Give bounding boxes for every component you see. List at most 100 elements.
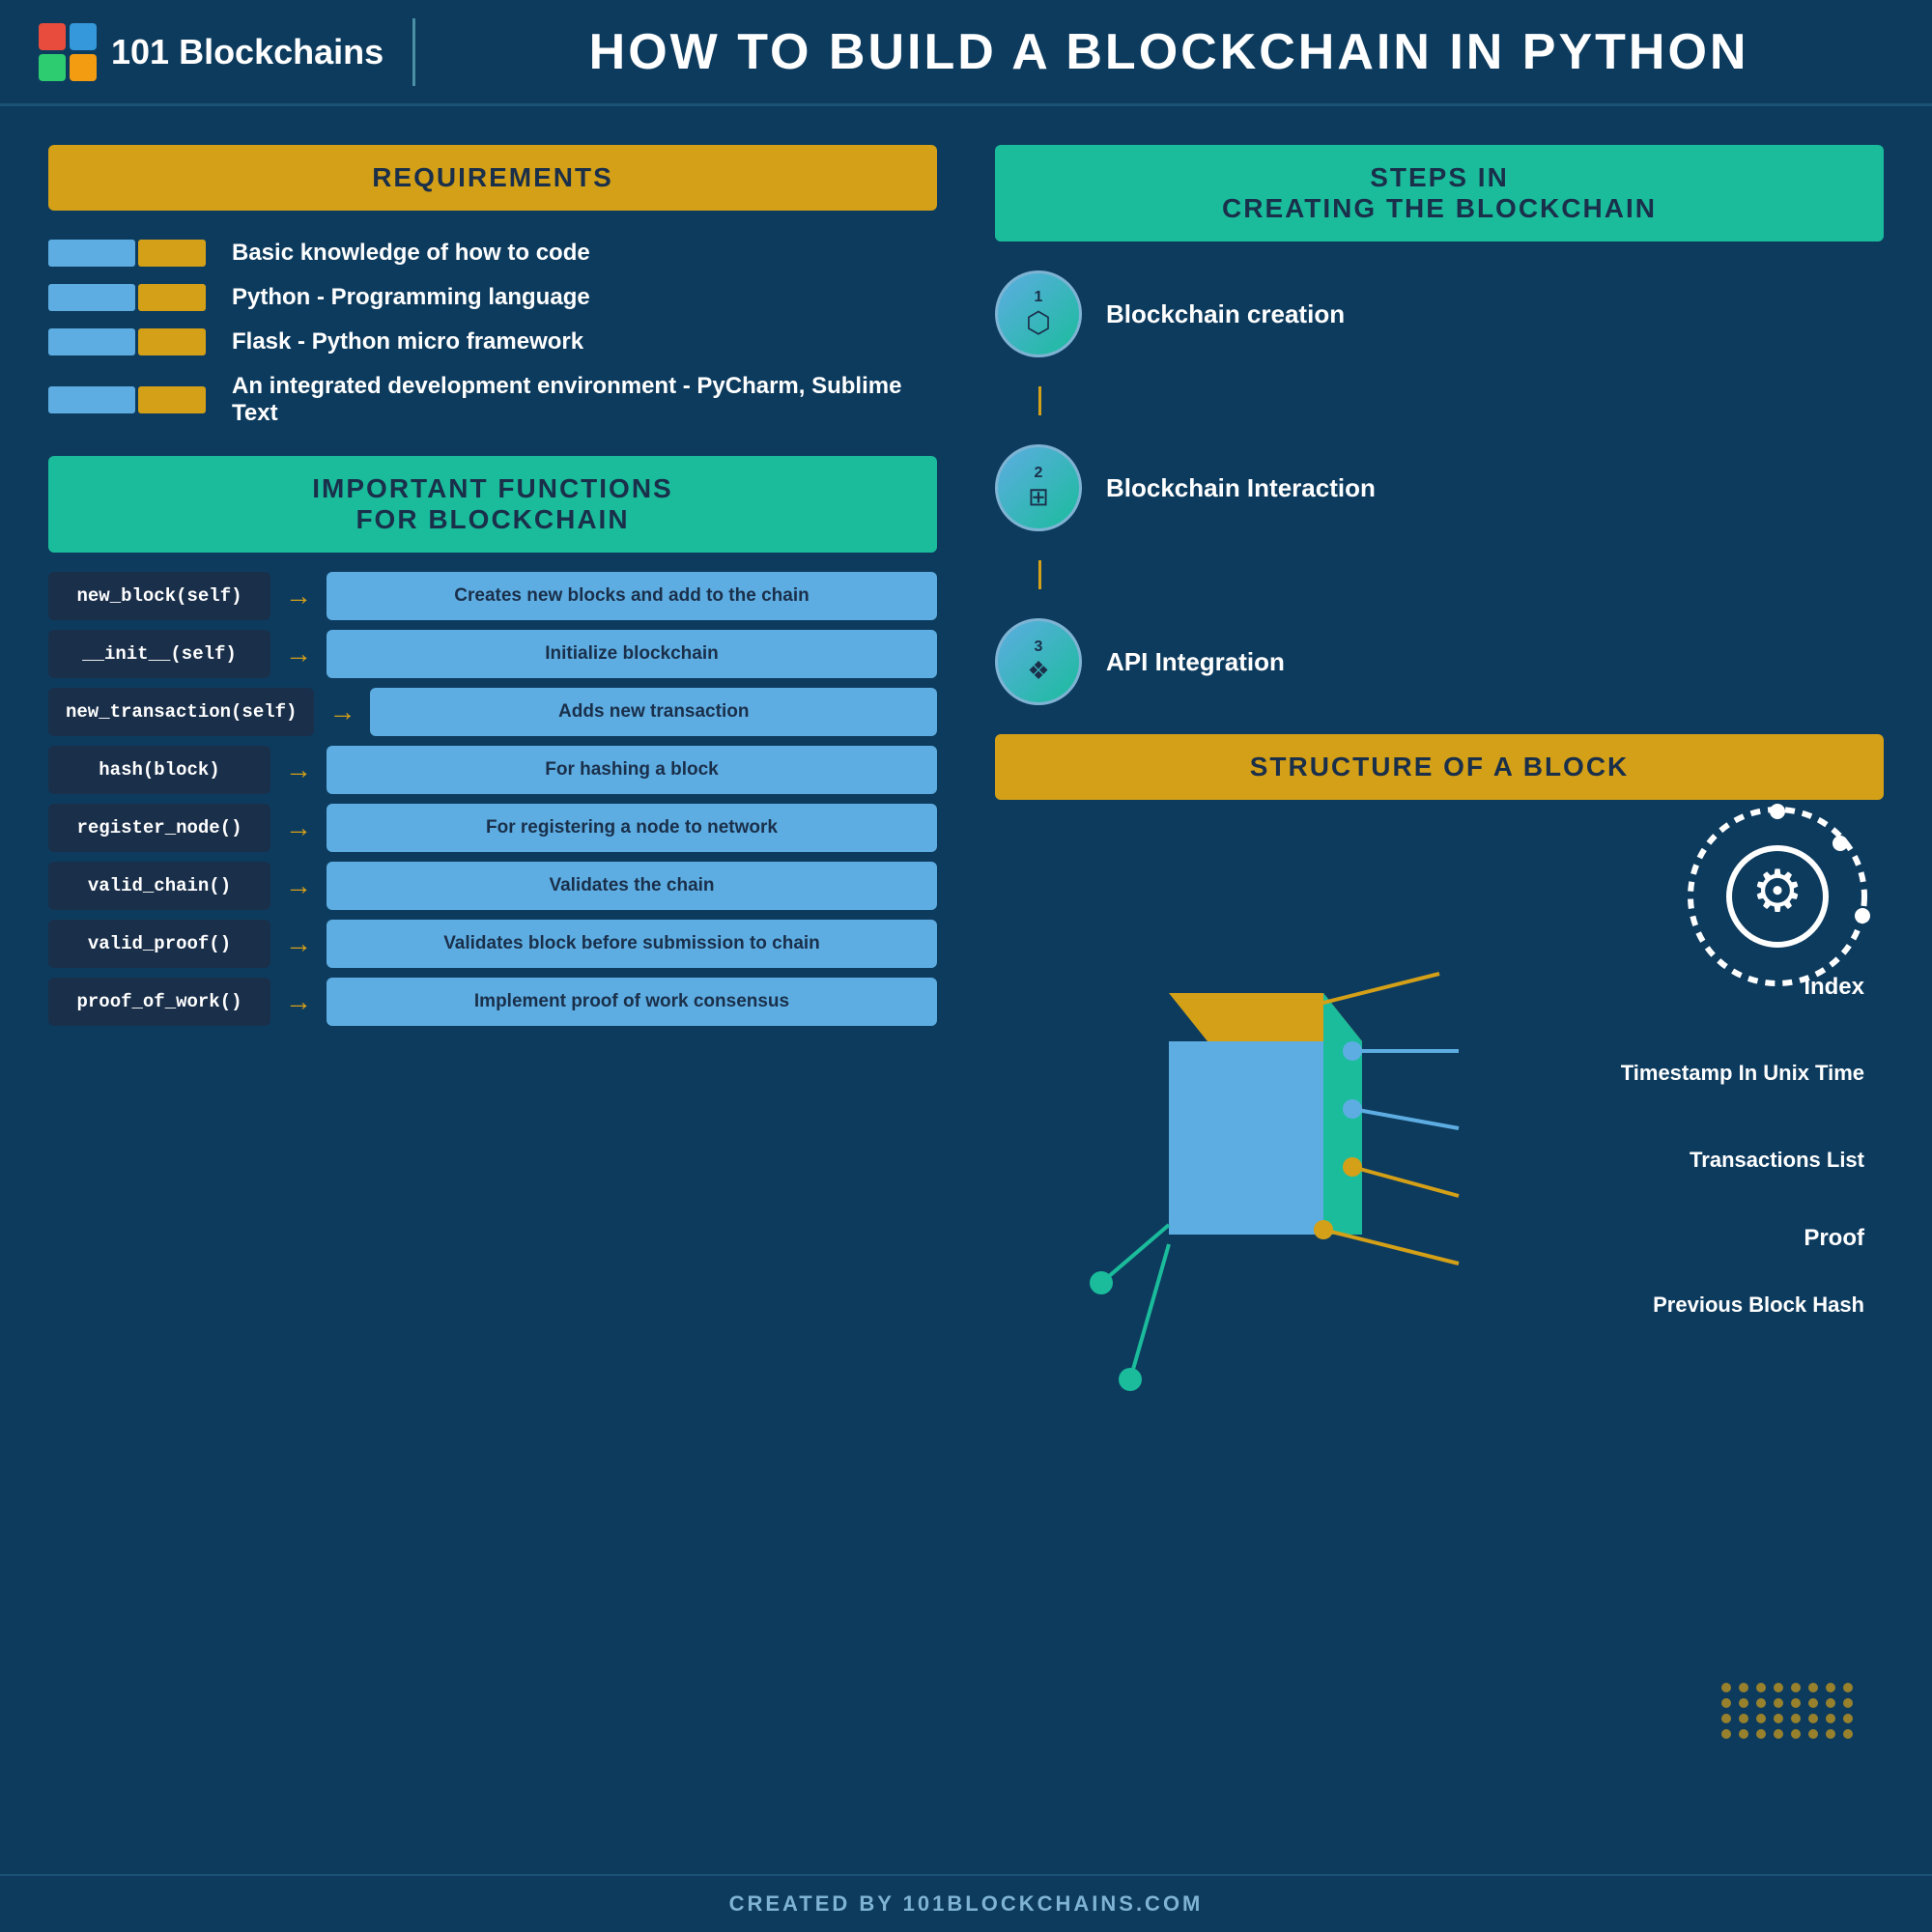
req-bar-2 [48, 284, 213, 311]
logo-separator [412, 18, 415, 86]
step-icon-1: ⊞ [1028, 482, 1049, 512]
logo-area: 101 Blockchains [39, 23, 384, 81]
header: 101 Blockchains HOW TO BUILD A BLOCKCHAI… [0, 0, 1932, 106]
step-circle-1: 2 ⊞ [995, 444, 1082, 531]
req-bar-4 [48, 386, 213, 413]
step-circle-2: 3 ❖ [995, 618, 1082, 705]
bar-blue [48, 386, 135, 413]
bar-gold [138, 284, 206, 311]
steps-heading: STEPS IN CREATING THE BLOCKCHAIN [995, 145, 1884, 242]
block-label-timestamp: Timestamp In Unix Time [1621, 1061, 1864, 1086]
func-name-7: proof_of_work() [48, 978, 270, 1026]
steps-section: STEPS IN CREATING THE BLOCKCHAIN 1 ⬡ Blo… [995, 145, 1884, 705]
block-label-proof: Proof [1804, 1225, 1864, 1252]
step-item-2: 3 ❖ API Integration [995, 618, 1884, 705]
bar-gold [138, 240, 206, 267]
step-connector-1 [995, 560, 1884, 589]
page-title: HOW TO BUILD A BLOCKCHAIN IN PYTHON [444, 23, 1893, 81]
functions-list: new_block(self) → Creates new blocks and… [48, 572, 937, 1026]
func-desc-5: Validates the chain [327, 862, 937, 910]
func-row-6: valid_proof() → Validates block before s… [48, 920, 937, 968]
connector-line-1 [1038, 560, 1041, 589]
step-num-1: 2 [1035, 465, 1043, 482]
step-num-2: 3 [1035, 639, 1043, 656]
bar-blue [48, 328, 135, 355]
block-diagram: ⚙ [995, 800, 1884, 1835]
step-connector-0 [995, 386, 1884, 415]
block-3d-svg [1053, 945, 1536, 1524]
logo-block-yellow [70, 54, 97, 81]
func-desc-7: Implement proof of work consensus [327, 978, 937, 1026]
func-row-3: hash(block) → For hashing a block [48, 746, 937, 794]
func-name-2: new_transaction(self) [48, 688, 314, 736]
step-label-1: Blockchain Interaction [1106, 473, 1376, 503]
func-row-7: proof_of_work() → Implement proof of wor… [48, 978, 937, 1026]
func-desc-6: Validates block before submission to cha… [327, 920, 937, 968]
func-arrow-3: → [285, 754, 312, 785]
requirements-list: Basic knowledge of how to code Python - … [48, 240, 937, 427]
step-item-0: 1 ⬡ Blockchain creation [995, 270, 1884, 357]
step-label-2: API Integration [1106, 647, 1285, 677]
functions-heading: IMPORTANT FUNCTIONS FOR BLOCKCHAIN [48, 456, 937, 553]
footer: CREATED BY 101BLOCKCHAINS.COM [0, 1874, 1932, 1932]
func-row-0: new_block(self) → Creates new blocks and… [48, 572, 937, 620]
func-name-1: __init__(self) [48, 630, 270, 678]
func-row-1: __init__(self) → Initialize blockchain [48, 630, 937, 678]
func-desc-2: Adds new transaction [370, 688, 937, 736]
block-label-index: Index [1804, 974, 1864, 1001]
func-arrow-7: → [285, 986, 312, 1017]
functions-section: IMPORTANT FUNCTIONS FOR BLOCKCHAIN new_b… [48, 456, 937, 1026]
func-desc-4: For registering a node to network [327, 804, 937, 852]
connector-line-0 [1038, 386, 1041, 415]
func-arrow-4: → [285, 812, 312, 843]
bar-blue [48, 284, 135, 311]
func-row-5: valid_chain() → Validates the chain [48, 862, 937, 910]
req-bar-1 [48, 240, 213, 267]
func-name-3: hash(block) [48, 746, 270, 794]
func-name-6: valid_proof() [48, 920, 270, 968]
req-bar-3 [48, 328, 213, 355]
req-item-3: Flask - Python micro framework [48, 328, 937, 355]
func-name-0: new_block(self) [48, 572, 270, 620]
bar-gold [138, 386, 206, 413]
func-arrow-5: → [285, 870, 312, 901]
req-text-4: An integrated development environment - … [232, 373, 937, 427]
logo-icon [39, 23, 97, 81]
req-item-4: An integrated development environment - … [48, 373, 937, 427]
func-row-4: register_node() → For registering a node… [48, 804, 937, 852]
block-label-prevhash: Previous Block Hash [1653, 1293, 1864, 1318]
req-text-2: Python - Programming language [232, 284, 590, 311]
req-text-1: Basic knowledge of how to code [232, 240, 590, 267]
func-arrow-2: → [328, 696, 355, 727]
step-icon-2: ❖ [1027, 656, 1049, 686]
func-desc-0: Creates new blocks and add to the chain [327, 572, 937, 620]
structure-heading: STRUCTURE OF A BLOCK [995, 734, 1884, 800]
logo-block-green [39, 54, 66, 81]
left-column: REQUIREMENTS Basic knowledge of how to c… [48, 145, 976, 1835]
req-item-1: Basic knowledge of how to code [48, 240, 937, 267]
main-content: REQUIREMENTS Basic knowledge of how to c… [0, 106, 1932, 1874]
bar-blue [48, 240, 135, 267]
func-desc-1: Initialize blockchain [327, 630, 937, 678]
step-circle-0: 1 ⬡ [995, 270, 1082, 357]
footer-text: CREATED BY 101BLOCKCHAINS.COM [729, 1891, 1204, 1917]
req-item-2: Python - Programming language [48, 284, 937, 311]
logo-text: 101 Blockchains [111, 32, 384, 72]
step-item-1: 2 ⊞ Blockchain Interaction [995, 444, 1884, 531]
func-arrow-6: → [285, 928, 312, 959]
dots-decoration [1721, 1683, 1855, 1739]
logo-block-red [39, 23, 66, 50]
svg-text:⚙: ⚙ [1751, 859, 1804, 923]
func-arrow-0: → [285, 581, 312, 611]
func-name-5: valid_chain() [48, 862, 270, 910]
func-row-2: new_transaction(self) → Adds new transac… [48, 688, 937, 736]
step-icon-0: ⬡ [1026, 306, 1051, 340]
requirements-heading: REQUIREMENTS [48, 145, 937, 211]
structure-section: STRUCTURE OF A BLOCK ⚙ [995, 734, 1884, 1835]
gear-decoration: ⚙ [1681, 800, 1874, 993]
step-label-0: Blockchain creation [1106, 299, 1345, 329]
req-text-3: Flask - Python micro framework [232, 328, 583, 355]
func-name-4: register_node() [48, 804, 270, 852]
func-arrow-1: → [285, 639, 312, 669]
func-desc-3: For hashing a block [327, 746, 937, 794]
